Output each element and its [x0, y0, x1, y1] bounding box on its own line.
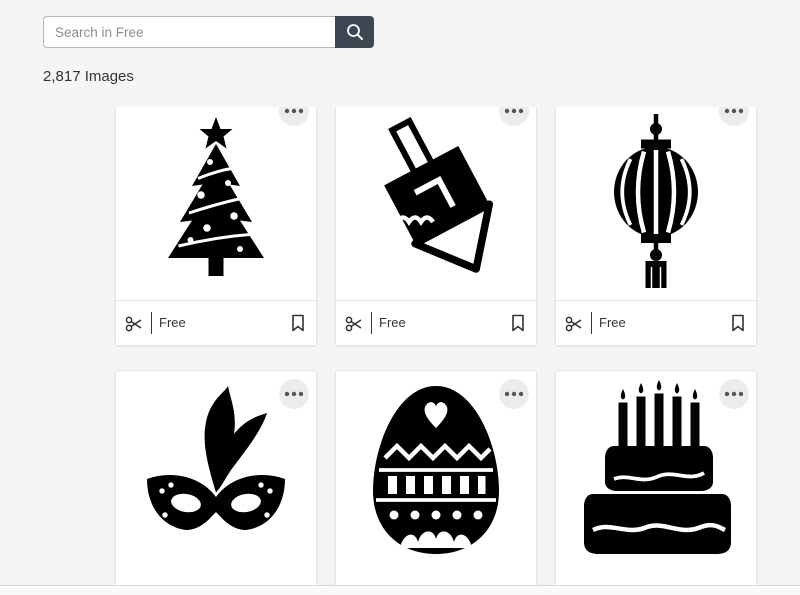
more-horizontal-icon [504, 108, 524, 114]
more-options-button[interactable] [279, 379, 309, 409]
bookmark-icon[interactable] [511, 314, 525, 332]
search-button[interactable] [335, 16, 374, 48]
more-horizontal-icon [504, 391, 524, 397]
more-options-button[interactable] [719, 379, 749, 409]
birthday-cake-icon [584, 380, 731, 554]
search-input[interactable] [43, 16, 335, 48]
price-label: Free [159, 315, 186, 330]
image-card[interactable] [335, 370, 537, 585]
more-horizontal-icon [724, 391, 744, 397]
card-thumbnail[interactable] [336, 107, 536, 300]
footer-divider [371, 312, 372, 334]
image-card[interactable]: Free [335, 107, 537, 346]
card-footer: Free [116, 300, 316, 345]
easter-egg-icon [373, 386, 499, 554]
more-horizontal-icon [724, 108, 744, 114]
bookmark-icon[interactable] [291, 314, 305, 332]
scissors-icon [345, 316, 362, 332]
footer-divider [151, 312, 152, 334]
price-label: Free [599, 315, 626, 330]
search-bar [43, 16, 374, 48]
chinese-lantern-icon [614, 114, 698, 288]
more-options-button[interactable] [499, 379, 529, 409]
card-thumbnail[interactable] [116, 107, 316, 300]
card-footer: Free [336, 300, 536, 345]
image-card[interactable]: Free [115, 107, 317, 346]
price-label: Free [379, 315, 406, 330]
card-footer: Free [556, 300, 756, 345]
dreidel-icon [384, 116, 494, 273]
result-count: 2,817 Images [43, 68, 134, 85]
image-grid: Free Free Free [0, 107, 800, 585]
more-horizontal-icon [284, 108, 304, 114]
image-card[interactable]: Free [555, 107, 757, 346]
scissors-icon [125, 316, 142, 332]
scissors-icon [565, 316, 582, 332]
search-icon [346, 24, 363, 40]
carnival-mask-icon [147, 386, 285, 530]
footer-divider [591, 312, 592, 334]
image-card[interactable] [115, 370, 317, 585]
card-thumbnail[interactable] [556, 107, 756, 300]
bookmark-icon[interactable] [731, 314, 745, 332]
image-card[interactable] [555, 370, 757, 585]
more-horizontal-icon [284, 391, 304, 397]
christmas-tree-icon [168, 117, 264, 276]
